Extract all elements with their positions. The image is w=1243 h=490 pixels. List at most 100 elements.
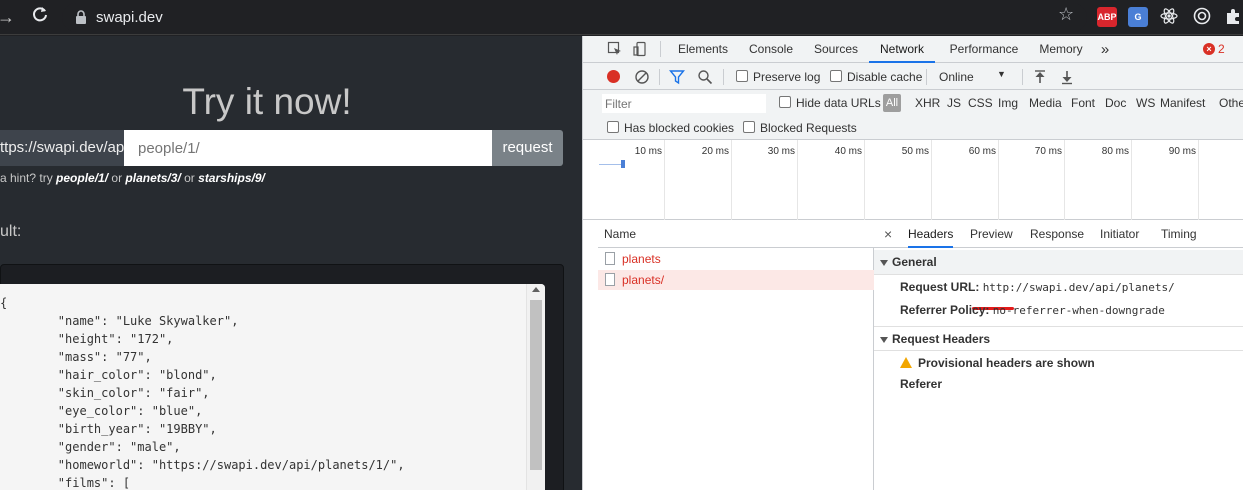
tab-network[interactable]: Network xyxy=(869,36,935,63)
more-tabs-icon[interactable]: » xyxy=(1095,36,1115,63)
timeline-gridline xyxy=(1064,140,1065,220)
api-path-input[interactable] xyxy=(124,130,492,166)
timeline-tick-label: 90 ms xyxy=(1168,146,1196,157)
json-result-text: { "name": "Luke Skywalker", "height": "1… xyxy=(0,294,405,490)
scroll-thumb[interactable] xyxy=(530,300,542,470)
react-devtools-icon[interactable] xyxy=(1159,7,1179,27)
timeline-gridline xyxy=(1131,140,1132,220)
devtools-tab-bar: Elements Console Sources Network Perform… xyxy=(583,36,1243,63)
name-column-header[interactable]: Name xyxy=(598,220,874,248)
disable-cache-checkbox[interactable] xyxy=(830,70,842,82)
export-har-icon[interactable] xyxy=(1059,69,1075,85)
hide-data-urls-checkbox[interactable] xyxy=(779,96,791,108)
filter-all-button[interactable]: All xyxy=(883,94,901,112)
referrer-policy-row: Referrer Policy: no-referrer-when-downgr… xyxy=(900,303,1165,317)
timeline-request-bar xyxy=(621,160,625,168)
reload-icon[interactable] xyxy=(28,5,52,29)
throttling-dropdown-icon[interactable]: ▼ xyxy=(997,69,1006,79)
timeline-gridline xyxy=(731,140,732,220)
json-line: "eye_color": "blue", xyxy=(0,404,203,418)
filter-css[interactable]: CSS xyxy=(968,96,993,110)
hint-link-people[interactable]: people/1/ xyxy=(56,171,108,185)
blocked-requests-checkbox[interactable] xyxy=(743,121,755,133)
json-line: "skin_color": "fair", xyxy=(0,386,210,400)
json-line: "birth_year": "19BBY", xyxy=(0,422,217,436)
separator xyxy=(660,41,661,57)
address-bar[interactable]: swapi.dev xyxy=(62,3,1087,32)
timeline-tick-label: 30 ms xyxy=(767,146,795,157)
adblock-extension-icon[interactable]: ABP xyxy=(1097,7,1117,27)
scroll-up-arrow-icon[interactable] xyxy=(532,287,540,292)
tab-sources[interactable]: Sources xyxy=(807,36,865,63)
timeline-tick-label: 40 ms xyxy=(834,146,862,157)
json-line: "films": [ xyxy=(0,476,131,490)
tab-initiator[interactable]: Initiator xyxy=(1100,220,1139,248)
hint-link-planets[interactable]: planets/3/ xyxy=(125,171,180,185)
json-result-box[interactable]: { "name": "Luke Skywalker", "height": "1… xyxy=(0,284,545,490)
inspect-element-icon[interactable] xyxy=(607,41,623,57)
timeline-gridline xyxy=(998,140,999,220)
timeline-gridline xyxy=(864,140,865,220)
import-har-icon[interactable] xyxy=(1032,69,1048,85)
throttling-select[interactable]: Online xyxy=(939,70,974,84)
json-line: { xyxy=(0,296,8,310)
tab-memory[interactable]: Memory xyxy=(1033,36,1089,63)
network-filter-bar: Hide data URLs All XHR JS CSS Img Media … xyxy=(583,90,1243,116)
filter-funnel-icon[interactable] xyxy=(669,69,685,85)
tab-performance[interactable]: Performance xyxy=(943,36,1025,63)
close-details-icon[interactable]: × xyxy=(884,226,892,242)
filter-ws[interactable]: WS xyxy=(1136,96,1155,110)
json-line: "mass": "77", xyxy=(0,350,152,364)
filter-xhr[interactable]: XHR xyxy=(915,96,940,110)
provisional-headers-warning: Provisional headers are shown xyxy=(918,356,1095,370)
hide-data-urls-label: Hide data URLs xyxy=(796,96,881,110)
request-headers-section-header[interactable]: Request Headers xyxy=(874,326,1243,351)
request-button[interactable]: request xyxy=(492,130,563,166)
search-icon[interactable] xyxy=(697,69,713,85)
tab-timing[interactable]: Timing xyxy=(1161,220,1197,248)
general-section-header[interactable]: General xyxy=(874,250,1243,275)
blocked-requests-label: Blocked Requests xyxy=(760,121,857,135)
tab-elements[interactable]: Elements xyxy=(671,36,735,63)
filter-input[interactable] xyxy=(602,94,766,113)
request-url-row: Request URL: http://swapi.dev/api/planet… xyxy=(900,280,1175,294)
swapi-page: Try it now! ttps://swapi.dev/api/ reques… xyxy=(0,36,582,490)
tab-console[interactable]: Console xyxy=(741,36,801,63)
filter-other[interactable]: Othe xyxy=(1219,96,1243,110)
error-icon[interactable]: × xyxy=(1203,43,1215,55)
devtools-panel: Elements Console Sources Network Perform… xyxy=(582,36,1243,490)
device-toolbar-icon[interactable] xyxy=(633,41,649,57)
tab-preview[interactable]: Preview xyxy=(970,220,1013,248)
bookmark-star-icon[interactable]: ☆ xyxy=(1058,4,1074,25)
filter-doc[interactable]: Doc xyxy=(1105,96,1126,110)
request-row[interactable]: planets xyxy=(598,249,874,269)
network-toolbar: Preserve log Disable cache Online ▼ xyxy=(583,63,1243,90)
json-scrollbar[interactable] xyxy=(526,284,545,490)
filter-js[interactable]: JS xyxy=(947,96,961,110)
json-line: "hair_color": "blond", xyxy=(0,368,217,382)
preserve-log-label: Preserve log xyxy=(753,70,821,84)
timeline-gridline xyxy=(797,140,798,220)
target-extension-icon[interactable] xyxy=(1192,7,1212,27)
forward-icon[interactable]: → xyxy=(0,5,18,29)
translate-extension-icon[interactable]: G xyxy=(1128,7,1148,27)
request-row-selected[interactable]: planets/ xyxy=(598,270,874,290)
tab-headers[interactable]: Headers xyxy=(908,220,954,248)
extensions-puzzle-icon[interactable] xyxy=(1223,7,1243,27)
tab-response[interactable]: Response xyxy=(1030,220,1084,248)
request-list-pane: Name planets planets/ xyxy=(598,220,874,490)
filter-media[interactable]: Media xyxy=(1029,96,1062,110)
error-count[interactable]: 2 xyxy=(1218,42,1225,56)
network-overview-timeline[interactable]: 10 ms 20 ms 30 ms 40 ms 50 ms 60 ms 70 ms 80 ms… xyxy=(583,140,1243,220)
record-icon[interactable] xyxy=(607,70,620,83)
hint-link-starships[interactable]: starships/9/ xyxy=(198,171,265,185)
timeline-tick-label: 80 ms xyxy=(1101,146,1129,157)
clear-icon[interactable] xyxy=(634,69,650,85)
json-line: "gender": "male", xyxy=(0,440,181,454)
filter-manifest[interactable]: Manifest xyxy=(1160,96,1205,110)
timeline-tick-label: 70 ms xyxy=(1034,146,1062,157)
has-blocked-cookies-checkbox[interactable] xyxy=(607,121,619,133)
filter-img[interactable]: Img xyxy=(998,96,1018,110)
filter-font[interactable]: Font xyxy=(1071,96,1095,110)
preserve-log-checkbox[interactable] xyxy=(736,70,748,82)
